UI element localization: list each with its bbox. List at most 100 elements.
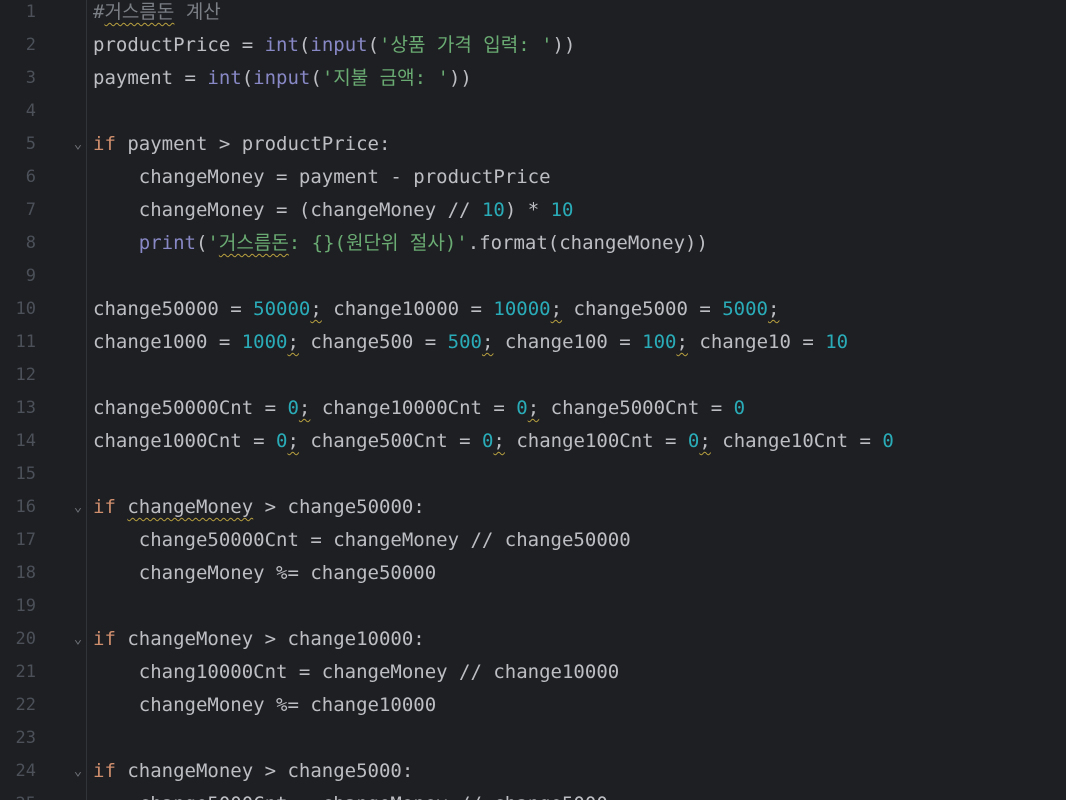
code-token: change5000 =	[562, 298, 723, 320]
code-line[interactable]: 13 change50000Cnt = 0; change10000Cnt = 0…	[0, 392, 1066, 425]
fold-chevron-icon[interactable]: ⌄	[70, 623, 86, 656]
code-line[interactable]: 11 change1000 = 1000; change500 = 500; ch…	[0, 326, 1066, 359]
code-token: ) *	[504, 199, 551, 221]
fold-chevron-icon[interactable]: ⌄	[70, 755, 86, 788]
code-token-warning: changeMoney	[127, 496, 254, 518]
code-line[interactable]: 20 ⌄ if changeMoney > change10000:	[0, 623, 1066, 656]
code-token: if	[93, 496, 116, 518]
code-line[interactable]: 10 change50000 = 50000; change10000 = 100…	[0, 293, 1066, 326]
code-editor[interactable]: 1 #거스름돈 계산 2 productPrice = int(input('상품 가…	[0, 0, 1066, 800]
code-token: payment =	[93, 67, 208, 89]
code-text[interactable]: change50000Cnt = 0; change10000Cnt = 0; …	[93, 392, 745, 425]
code-token: 100	[642, 331, 677, 353]
line-number: 24	[15, 761, 36, 781]
line-number: 3	[25, 68, 36, 88]
code-text[interactable]: #거스름돈 계산	[93, 0, 221, 29]
line-number: 17	[15, 530, 36, 550]
line-number: 1	[25, 2, 36, 22]
code-token: changeMoney %= change10000	[93, 694, 437, 716]
line-number: 15	[15, 464, 36, 484]
code-token: (	[241, 67, 254, 89]
code-token: productPrice =	[93, 34, 265, 56]
code-token: change50000Cnt =	[93, 397, 288, 419]
code-token: ))	[448, 67, 472, 89]
line-number: 14	[15, 431, 36, 451]
code-token: change1000Cnt =	[93, 430, 277, 452]
code-token: if	[93, 760, 116, 782]
code-line[interactable]: 8 print('거스름돈: {}(원단위 절사)'.format(change…	[0, 227, 1066, 260]
code-line[interactable]: 9	[0, 260, 1066, 293]
code-line[interactable]: 22 changeMoney %= change10000	[0, 689, 1066, 722]
line-number: 2	[25, 35, 36, 55]
code-text[interactable]: chang10000Cnt = changeMoney // change100…	[93, 656, 619, 689]
code-token: change100 =	[493, 331, 643, 353]
code-line[interactable]: 24 ⌄ if changeMoney > change5000:	[0, 755, 1066, 788]
code-line[interactable]: 6 changeMoney = payment - productPrice	[0, 161, 1066, 194]
code-text[interactable]: productPrice = int(input('상품 가격 입력: '))	[93, 29, 575, 62]
code-token-warning: ;	[767, 298, 780, 320]
code-token: changeMoney > change5000:	[115, 760, 414, 782]
code-line[interactable]: 7 changeMoney = (changeMoney // 10) * 10	[0, 194, 1066, 227]
code-line[interactable]: 1 #거스름돈 계산	[0, 0, 1066, 29]
code-token: int	[207, 67, 242, 89]
code-line[interactable]: 16 ⌄ if changeMoney > change50000:	[0, 491, 1066, 524]
code-token: (	[367, 34, 380, 56]
code-line[interactable]: 14 change1000Cnt = 0; change500Cnt = 0; c…	[0, 425, 1066, 458]
code-line[interactable]: 25 change5000Cnt = changeMoney // change…	[0, 788, 1066, 800]
fold-chevron-icon[interactable]: ⌄	[70, 128, 86, 161]
code-token: 10	[825, 331, 849, 353]
code-line[interactable]: 19	[0, 590, 1066, 623]
code-token-warning: ;	[287, 331, 299, 353]
code-line[interactable]: 4	[0, 95, 1066, 128]
code-line[interactable]: 3 payment = int(input('지불 금액: '))	[0, 62, 1066, 95]
code-text[interactable]: print('거스름돈: {}(원단위 절사)'.format(changeMo…	[93, 227, 708, 260]
code-token-warning: ;	[493, 430, 505, 452]
fold-chevron-icon[interactable]: ⌄	[70, 491, 86, 524]
code-line[interactable]: 21 chang10000Cnt = changeMoney // change…	[0, 656, 1066, 689]
code-line[interactable]: 12	[0, 359, 1066, 392]
code-text[interactable]: payment = int(input('지불 금액: '))	[93, 62, 472, 95]
code-token: change500 =	[298, 331, 448, 353]
code-token: change500Cnt =	[298, 430, 482, 452]
code-text[interactable]: if payment > productPrice:	[93, 128, 390, 161]
code-line[interactable]: 2 productPrice = int(input('상품 가격 입력: '))	[0, 29, 1066, 62]
code-token: .format(changeMoney))	[467, 232, 708, 254]
line-number: 6	[25, 167, 36, 187]
code-text[interactable]: change1000 = 1000; change500 = 500; chan…	[93, 326, 848, 359]
code-line[interactable]: 5 ⌄ if payment > productPrice:	[0, 128, 1066, 161]
code-token: > change50000:	[253, 496, 425, 518]
code-token: 500	[447, 331, 482, 353]
line-number: 5	[25, 134, 36, 154]
code-text[interactable]: if changeMoney > change50000:	[93, 491, 425, 524]
code-text[interactable]: changeMoney = payment - productPrice	[93, 161, 551, 194]
code-token: changeMoney = (changeMoney //	[93, 199, 482, 221]
code-text[interactable]: changeMoney %= change10000	[93, 689, 436, 722]
code-text[interactable]: change1000Cnt = 0; change500Cnt = 0; cha…	[93, 425, 894, 458]
code-line[interactable]: 15	[0, 458, 1066, 491]
code-text[interactable]: if changeMoney > change5000:	[93, 755, 413, 788]
code-text[interactable]: changeMoney = (changeMoney // 10) * 10	[93, 194, 574, 227]
code-line[interactable]: 23	[0, 722, 1066, 755]
code-line[interactable]: 17 change50000Cnt = changeMoney // chang…	[0, 524, 1066, 557]
code-token: 0	[481, 430, 494, 452]
code-token: 0	[687, 430, 700, 452]
code-token-warning: ;	[676, 331, 688, 353]
code-text[interactable]: if changeMoney > change10000:	[93, 623, 425, 656]
code-token: : {}(원단위 절사)'	[288, 232, 468, 254]
code-token: payment > productPrice:	[115, 133, 391, 155]
code-token: change5000Cnt =	[539, 397, 734, 419]
code-text[interactable]: change50000 = 50000; change10000 = 10000…	[93, 293, 779, 326]
code-token: 0	[516, 397, 528, 419]
line-number: 10	[15, 299, 36, 319]
code-text[interactable]: changeMoney %= change50000	[93, 557, 436, 590]
code-token: 0	[287, 397, 299, 419]
line-number: 21	[15, 662, 36, 682]
line-number: 12	[15, 365, 36, 385]
code-token-warning: 거스름돈	[104, 1, 175, 23]
code-text[interactable]: change5000Cnt = changeMoney // change500…	[93, 788, 608, 800]
line-number: 9	[25, 266, 36, 286]
code-text[interactable]: change50000Cnt = changeMoney // change50…	[93, 524, 631, 557]
code-token: change10000 =	[321, 298, 494, 320]
code-line[interactable]: 18 changeMoney %= change50000	[0, 557, 1066, 590]
